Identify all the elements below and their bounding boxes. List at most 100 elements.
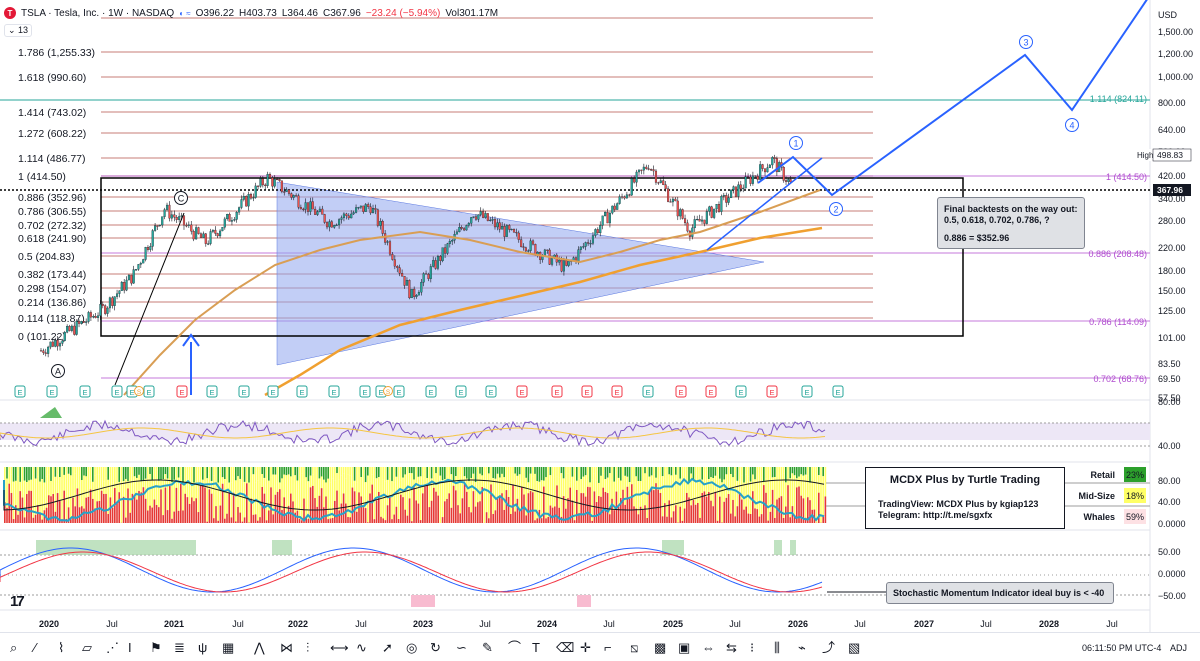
horizontal-line-tool-icon[interactable]: ⟷ <box>330 641 349 655</box>
fib-label-left: 0.702 (272.32) <box>18 220 86 232</box>
mcdx-retail-bar <box>17 467 19 476</box>
calendar-tool-icon[interactable]: ▣ <box>678 641 690 655</box>
projection-tool-icon[interactable]: ⤴ <box>822 641 835 655</box>
mcdx-whale-bar <box>761 514 763 523</box>
arrow-tool-icon[interactable]: ➚ <box>382 641 393 655</box>
ray-tool-icon[interactable]: Ι <box>128 641 132 655</box>
mcdx-retail-bar <box>660 467 662 475</box>
image-tool-icon[interactable]: ▧ <box>848 641 860 655</box>
position-tool-icon[interactable]: ⇆ <box>726 641 737 655</box>
candle-body <box>787 179 789 181</box>
mcdx-whale-bar <box>748 514 750 523</box>
clock[interactable]: 06:11:50 PM UTC-4 <box>1082 643 1161 653</box>
mcdx-whale-bar <box>209 489 211 523</box>
channel-tool-icon[interactable]: ▱ <box>82 641 92 655</box>
candle-body <box>47 347 49 354</box>
mcdx-retail-bar <box>217 467 219 483</box>
mcdx-mid-bar <box>662 476 664 516</box>
mcdx-retail-bar <box>490 467 492 478</box>
mcdx-retail-bar <box>246 467 248 480</box>
candle-body <box>260 179 262 187</box>
mcdx-retail-bar <box>259 467 261 483</box>
eraser-tool-icon[interactable]: ⌫ <box>556 641 574 655</box>
mcdx-retail-bar <box>220 467 222 473</box>
candle-body <box>428 274 430 279</box>
mcdx-whale-bar <box>607 493 609 523</box>
candle-body <box>245 196 247 206</box>
mcdx-mid-bar <box>785 482 787 506</box>
mcdx-retail-bar <box>488 467 490 473</box>
bars-pattern-tool-icon[interactable]: ⫼ <box>774 641 780 655</box>
candle-body <box>276 179 278 180</box>
target-tool-icon[interactable]: ◎ <box>406 641 417 655</box>
mcdx-mid-bar <box>789 478 791 517</box>
mcdx-retail-bar <box>187 467 189 479</box>
vertical-line-tool-icon[interactable]: ⫶ <box>306 641 309 655</box>
trendline-tool-icon[interactable]: ∕ <box>34 641 36 655</box>
fib-tool-icon[interactable]: ≣ <box>174 641 185 655</box>
candle-body <box>161 217 163 225</box>
forecast-tool-icon[interactable]: ⁝ <box>750 641 754 655</box>
cycle-tool-icon[interactable]: ↻ <box>430 641 441 655</box>
pattern-tool-icon[interactable]: ⋀ <box>254 641 265 655</box>
mcdx-retail-bar <box>160 467 162 479</box>
mcdx-mid-bar <box>253 474 255 515</box>
mcdx-retail-bar <box>807 467 809 476</box>
ghost-feed-tool-icon[interactable]: ⌁ <box>798 641 806 655</box>
flag-tool-icon[interactable]: ⚑ <box>150 641 162 655</box>
shape-tool-icon[interactable]: ▩ <box>654 641 666 655</box>
grid-tool-icon[interactable]: ▦ <box>222 641 234 655</box>
mcdx-whale-bar <box>110 497 112 523</box>
mcdx-whale-bar <box>259 517 261 523</box>
candle-body <box>52 342 54 347</box>
mcdx-mid-bar <box>222 477 224 484</box>
gann-tool-icon[interactable]: ⧅ <box>630 641 638 655</box>
mcdx-whale-bar <box>226 514 228 523</box>
candle-body <box>149 246 151 249</box>
path-tool-icon[interactable]: ⋰ <box>106 641 119 655</box>
chart-canvas[interactable]: 1.786 (1,255.33)1.618 (990.60)1.414 (743… <box>0 0 1200 660</box>
candle-body <box>222 227 224 231</box>
compare-icon[interactable]: ◐ ≈ <box>179 9 190 18</box>
earnings-marker-label: E <box>769 388 774 397</box>
mcdx-mid-bar <box>583 477 585 493</box>
mcdx-retail-bar <box>404 467 406 474</box>
candle-body <box>305 203 307 210</box>
elliott-tool-icon[interactable]: ∿ <box>356 641 367 655</box>
adj-toggle[interactable]: ADJ <box>1170 643 1187 653</box>
mcdx-mid-bar <box>825 483 827 497</box>
mcdx-mid-bar <box>149 474 151 506</box>
mcdx-retail-bar <box>22 467 24 482</box>
pitchfork-tool-icon[interactable]: ψ <box>198 641 207 655</box>
candle-body <box>416 295 418 297</box>
xabcd-tool-icon[interactable]: ⋈ <box>280 641 293 655</box>
mcdx-whale-bar <box>380 517 382 523</box>
tradingview-logo-icon[interactable]: 17 <box>10 593 23 610</box>
mcdx-retail-bar <box>358 467 360 477</box>
mcdx-whale-bar <box>173 512 175 523</box>
text-tool-icon[interactable]: T <box>532 641 540 655</box>
mcdx-retail-bar <box>466 467 468 479</box>
indicators-toggle[interactable]: ⌄ 13 <box>4 24 32 37</box>
mcdx-mid-bar <box>781 474 783 496</box>
mcdx-retail-bar <box>501 467 503 474</box>
measure-tool-icon[interactable]: ⌐ <box>604 641 612 655</box>
symbol-title[interactable]: TSLA · Tesla, Inc. · 1W · NASDAQ <box>21 8 174 19</box>
mcdx-retail-bar <box>651 467 653 475</box>
candle-body <box>599 225 601 232</box>
candle-body <box>764 169 766 172</box>
currency-label[interactable]: USD <box>1158 10 1177 20</box>
cursor-tool-icon[interactable]: ⌕ <box>10 641 17 655</box>
backtest-line-3: 0.886 = $352.96 <box>944 233 1009 243</box>
range-tool-icon[interactable]: ⇔ <box>702 641 715 655</box>
mcdx-mid-bar <box>336 473 338 490</box>
candle-body <box>636 172 638 182</box>
polyline-tool-icon[interactable]: ⌇ <box>58 641 64 655</box>
crosshair-tool-icon[interactable]: ✛ <box>580 641 591 655</box>
mcdx-mid-bar <box>231 483 233 518</box>
brush-tool-icon[interactable]: ✎ <box>482 641 493 655</box>
candle-body <box>525 248 527 251</box>
candle-body <box>604 212 606 216</box>
highlight-tool-icon[interactable]: ⌒ <box>508 641 521 655</box>
curve-tool-icon[interactable]: ∽ <box>456 641 467 655</box>
